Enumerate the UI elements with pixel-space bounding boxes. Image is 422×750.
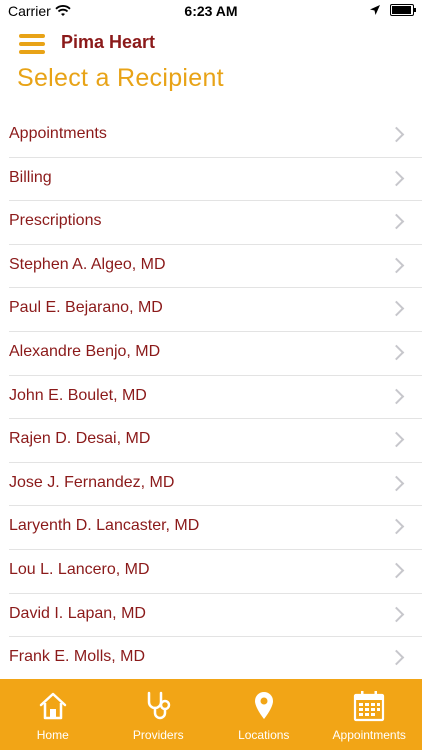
status-bar: Carrier 6:23 AM [0,0,422,22]
list-item[interactable]: Frank E. Molls, MD [9,637,422,681]
chevron-right-icon [388,519,405,535]
list-item[interactable]: Appointments [9,114,422,158]
tab-appointments-label: Appointments [332,728,406,742]
location-arrow-icon [370,5,380,15]
calendar-icon [354,691,385,722]
tab-providers[interactable]: Providers [106,679,212,750]
list-item-label: David I. Lapan, MD [9,604,146,622]
home-icon [39,692,66,720]
tab-home[interactable]: Home [0,679,106,750]
tab-bar: Home Providers Locations Appointments [0,679,422,750]
chevron-right-icon [388,606,405,622]
list-item[interactable]: Stephen A. Algeo, MD [9,245,422,289]
list-item[interactable]: Jose J. Fernandez, MD [9,463,422,507]
list-item[interactable]: Paul E. Bejarano, MD [9,288,422,332]
chevron-right-icon [388,475,405,492]
list-item-label: Prescriptions [9,212,102,230]
list-item-label: Stephen A. Algeo, MD [9,255,166,273]
list-item-label: John E. Boulet, MD [9,386,147,404]
status-right [370,4,416,16]
battery-icon [390,4,416,16]
list-item-label: Jose J. Fernandez, MD [9,473,175,491]
stethoscope-icon [148,691,171,720]
list-item-label: Laryenth D. Lancaster, MD [9,517,200,535]
chevron-right-icon [388,649,405,666]
tab-home-label: Home [36,728,69,742]
chevron-right-icon [388,301,405,317]
tab-appointments[interactable]: Appointments [317,679,422,750]
chevron-right-icon [388,170,405,186]
tab-locations-label: Locations [238,728,290,742]
tab-locations[interactable]: Locations [211,679,317,750]
status-time: 6:23 AM [184,3,238,19]
chevron-right-icon [388,257,405,274]
chevron-right-icon [388,562,405,579]
page-title: Select a Recipient [17,64,224,92]
chevron-right-icon [388,213,405,230]
list-item[interactable]: John E. Boulet, MD [9,376,422,420]
chevron-right-icon [388,126,405,143]
list-item-label: Lou L. Lancero, MD [9,560,150,578]
chevron-right-icon [388,388,405,404]
list-item[interactable]: David I. Lapan, MD [9,594,422,638]
list-item-label: Alexandre Benjo, MD [9,342,161,360]
chevron-right-icon [388,344,405,361]
recipient-list: Appointments Billing Prescriptions Steph… [0,114,422,681]
list-item-label: Frank E. Molls, MD [9,648,146,666]
list-item-label: Paul E. Bejarano, MD [9,299,163,317]
list-item[interactable]: Prescriptions [9,201,422,245]
menu-icon[interactable] [19,34,45,54]
tab-providers-label: Providers [132,728,184,742]
app-title: Pima Heart [61,32,156,52]
list-item-label: Billing [9,168,52,186]
list-item[interactable]: Billing [9,158,422,202]
list-item[interactable]: Lou L. Lancero, MD [9,550,422,594]
list-item-label: Rajen D. Desai, MD [9,430,151,448]
list-item[interactable]: Alexandre Benjo, MD [9,332,422,376]
list-item-label: Appointments [9,125,107,142]
list-item[interactable]: Laryenth D. Lancaster, MD [9,506,422,550]
location-pin-icon [254,692,273,719]
chevron-right-icon [388,431,405,448]
list-item[interactable]: Rajen D. Desai, MD [9,419,422,463]
